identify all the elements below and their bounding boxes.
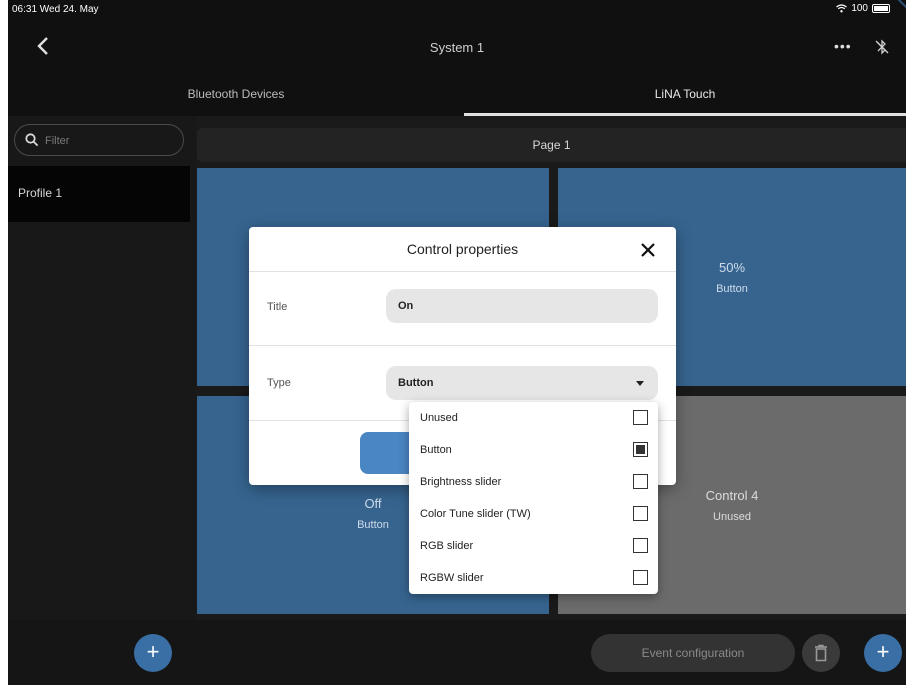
app-screen: 06:31 Wed 24. May 100 System 1 ••• Bluet… bbox=[8, 0, 906, 685]
title-label: Title bbox=[267, 301, 288, 313]
type-dropdown-menu: Unused Button Brightness slider Color Tu… bbox=[409, 402, 658, 594]
bottom-bar: + Event configuration + bbox=[8, 620, 906, 685]
page-title[interactable]: Page 1 bbox=[197, 128, 906, 162]
option-checkbox[interactable] bbox=[633, 506, 648, 521]
delete-button[interactable] bbox=[802, 634, 840, 672]
filter-input[interactable] bbox=[45, 131, 175, 151]
option-checkbox[interactable] bbox=[633, 410, 648, 425]
status-bar: 06:31 Wed 24. May 100 bbox=[8, 0, 906, 22]
option-checkbox[interactable] bbox=[633, 570, 648, 585]
sidebar-item-profile-1[interactable]: Profile 1 bbox=[8, 166, 190, 222]
event-configuration-button[interactable]: Event configuration bbox=[591, 634, 795, 672]
add-control-button[interactable]: + bbox=[864, 634, 902, 672]
nav-title: System 1 bbox=[429, 40, 485, 55]
option-button[interactable]: Button bbox=[409, 434, 658, 466]
option-label: Brightness slider bbox=[420, 476, 502, 488]
option-unused[interactable]: Unused bbox=[409, 402, 658, 434]
tab-bar: Bluetooth Devices LiNA Touch bbox=[8, 74, 906, 116]
option-checkbox[interactable] bbox=[633, 474, 648, 489]
search-icon bbox=[25, 133, 39, 147]
option-brightness-slider[interactable]: Brightness slider bbox=[409, 466, 658, 498]
status-right: 100 bbox=[836, 3, 890, 14]
debug-ribbon bbox=[891, 0, 906, 14]
sidebar: Profile 1 bbox=[8, 116, 196, 620]
add-profile-button[interactable]: + bbox=[134, 634, 172, 672]
more-options-icon[interactable]: ••• bbox=[834, 38, 852, 54]
battery-icon bbox=[872, 4, 890, 13]
filter-field[interactable] bbox=[14, 124, 184, 156]
option-label: RGBW slider bbox=[420, 572, 484, 584]
option-label: Button bbox=[420, 444, 452, 456]
option-color-tune-slider[interactable]: Color Tune slider (TW) bbox=[409, 498, 658, 530]
title-input[interactable] bbox=[386, 289, 658, 323]
option-label: Color Tune slider (TW) bbox=[420, 508, 531, 520]
option-rgb-slider[interactable]: RGB slider bbox=[409, 530, 658, 562]
option-label: Unused bbox=[420, 412, 458, 424]
bluetooth-off-icon[interactable] bbox=[874, 39, 890, 55]
tab-lina-touch[interactable]: LiNA Touch bbox=[464, 74, 906, 116]
trash-icon bbox=[815, 644, 827, 662]
option-rgbw-slider[interactable]: RGBW slider bbox=[409, 562, 658, 594]
option-checkbox[interactable] bbox=[633, 442, 648, 457]
status-time: 06:31 Wed 24. May bbox=[12, 4, 99, 15]
battery-level: 100 bbox=[851, 3, 868, 14]
nav-bar: System 1 ••• bbox=[8, 22, 906, 74]
type-label: Type bbox=[267, 377, 291, 389]
tab-bluetooth-devices[interactable]: Bluetooth Devices bbox=[8, 74, 464, 116]
divider bbox=[249, 345, 676, 346]
option-checkbox[interactable] bbox=[633, 538, 648, 553]
divider bbox=[249, 271, 676, 272]
dropdown-arrow-icon bbox=[636, 381, 644, 386]
wifi-icon bbox=[836, 4, 848, 13]
close-icon[interactable] bbox=[635, 237, 661, 263]
dialog-title: Control properties bbox=[406, 241, 519, 257]
option-label: RGB slider bbox=[420, 540, 474, 552]
type-select-value: Button bbox=[398, 377, 434, 389]
type-select[interactable]: Button bbox=[386, 366, 658, 400]
